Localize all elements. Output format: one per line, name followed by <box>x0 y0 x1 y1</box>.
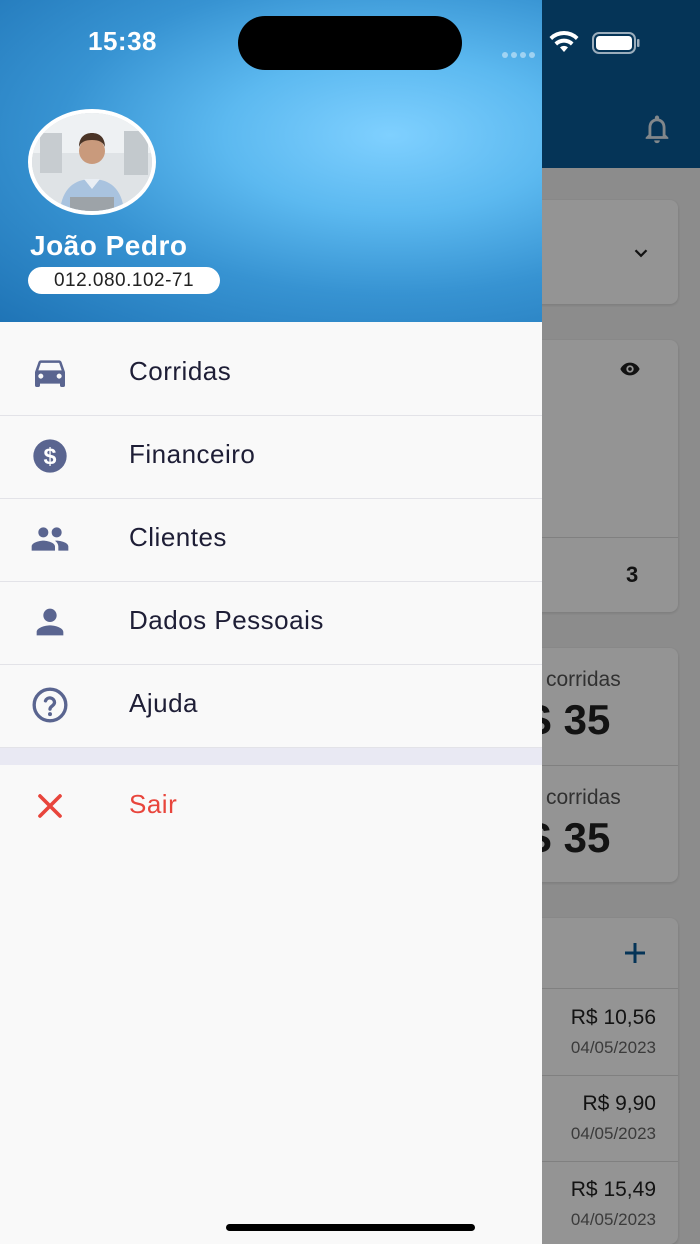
menu-item-clientes[interactable]: Clientes <box>0 498 542 582</box>
cpf-badge: 012.080.102-71 <box>28 267 220 294</box>
wifi-icon <box>549 30 579 52</box>
menu-item-corridas[interactable]: Corridas <box>0 332 542 416</box>
battery-icon <box>592 32 640 54</box>
menu-label: Ajuda <box>129 688 198 718</box>
people-icon <box>31 527 69 551</box>
menu-label: Clientes <box>129 522 227 552</box>
menu-label: Corridas <box>129 356 232 386</box>
svg-text:$: $ <box>44 443 57 469</box>
dynamic-island <box>238 16 462 70</box>
menu-label: Financeiro <box>129 439 256 469</box>
logout-label: Sair <box>129 789 178 819</box>
close-icon <box>38 794 62 818</box>
person-icon <box>36 608 64 636</box>
menu-label: Dados Pessoais <box>129 605 324 635</box>
avatar[interactable] <box>28 109 156 215</box>
navigation-drawer: João Pedro 012.080.102-71 Corridas $ Fin… <box>0 0 542 1244</box>
logout-button[interactable]: Sair <box>0 765 542 848</box>
user-name: João Pedro <box>30 230 188 261</box>
menu-item-dados-pessoais[interactable]: Dados Pessoais <box>0 581 542 665</box>
menu-item-ajuda[interactable]: Ajuda <box>0 664 542 748</box>
help-icon <box>32 687 68 723</box>
home-indicator <box>226 1224 475 1231</box>
menu-item-financeiro[interactable]: $ Financeiro <box>0 415 542 499</box>
dollar-icon: $ <box>33 439 67 473</box>
signal-icon <box>502 45 538 63</box>
car-icon <box>35 360 65 387</box>
section-divider <box>0 748 542 765</box>
avatar-photo <box>32 113 152 211</box>
status-time: 15:38 <box>88 26 157 56</box>
